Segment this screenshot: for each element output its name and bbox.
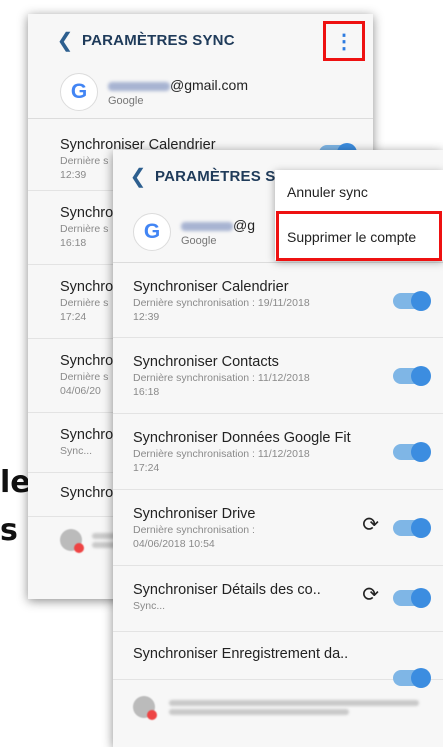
row-title: Synchroniser Contacts xyxy=(133,354,279,370)
row-sub2: 04/06/2018 10:54 xyxy=(133,538,215,550)
google-icon: G xyxy=(133,213,171,251)
list-item[interactable]: Synchroniser Enregistrement da.. xyxy=(113,632,443,688)
row-sub2: 17:24 xyxy=(133,462,160,474)
error-icon xyxy=(133,696,157,720)
highlight-more-button xyxy=(323,21,365,61)
highlight-remove-account xyxy=(276,211,442,261)
sync-toggle[interactable] xyxy=(393,366,431,386)
account-provider: Google xyxy=(181,235,217,247)
menu-item-cancel-sync[interactable]: Annuler sync xyxy=(275,170,443,215)
page-title: PARAMÈTRES SYNC xyxy=(82,31,235,49)
sync-toggle[interactable] xyxy=(393,291,431,311)
list-item[interactable]: Synchroniser Détails des co.. Sync... ⟳ xyxy=(113,566,443,632)
back-header: ❮ PARAMÈTRES SYNC ⋮ xyxy=(28,14,373,66)
email-suffix: @gmail.com xyxy=(170,77,249,93)
back-chevron-icon[interactable]: ❮ xyxy=(54,28,76,53)
row-sub2: 16:18 xyxy=(133,386,160,398)
blurred-text xyxy=(169,708,349,715)
blurred-text xyxy=(169,699,419,706)
list-item[interactable]: Synchroniser Calendrier Dernière synchro… xyxy=(113,263,443,338)
sync-icon: ⟳ xyxy=(362,514,379,536)
row-title: Synchroniser Enregistrement da.. xyxy=(133,646,349,662)
account-row: G @gmail.com Google xyxy=(28,66,373,119)
list-item[interactable]: Synchroniser Contacts Dernière synchroni… xyxy=(113,338,443,414)
blurred-email-name xyxy=(181,221,233,231)
sync-toggle[interactable] xyxy=(393,442,431,462)
list-item[interactable]: Synchroniser Drive Dernière synchronisat… xyxy=(113,490,443,566)
google-icon: G xyxy=(60,73,98,111)
row-title: Synchroniser Données Google Fit xyxy=(133,430,351,446)
email-suffix: @g xyxy=(233,217,255,233)
row-sub2: 12:39 xyxy=(133,311,160,323)
sync-icon: ⟳ xyxy=(362,584,379,606)
page-title: PARAMÈTRES SY xyxy=(155,167,286,185)
account-provider: Google xyxy=(108,95,144,107)
error-icon xyxy=(60,529,84,553)
sync-toggle[interactable] xyxy=(393,518,431,538)
sync-toggle[interactable] xyxy=(393,668,431,688)
list-item[interactable]: Synchroniser Données Google Fit Dernière… xyxy=(113,414,443,490)
sync-toggle[interactable] xyxy=(393,588,431,608)
back-chevron-icon[interactable]: ❮ xyxy=(127,164,149,189)
background-text-s: s xyxy=(0,513,18,548)
blurred-email-name xyxy=(108,81,170,91)
row-title: Synchroniser Calendrier xyxy=(133,279,289,295)
sync-error-footer xyxy=(113,680,443,720)
row-title: Synchroniser Drive xyxy=(133,506,256,522)
